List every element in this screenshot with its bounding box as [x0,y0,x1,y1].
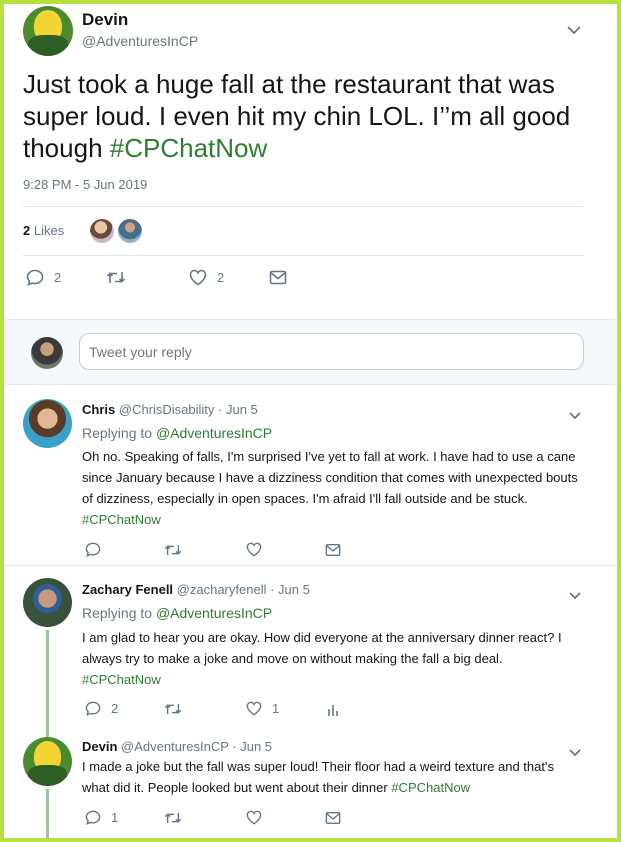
reply-tweet[interactable]: Devin @AdventuresInCP · Jun 5 I made a j… [4,726,617,838]
liker-avatar[interactable] [90,219,114,243]
retweet-button[interactable] [164,543,182,557]
reply-header: Devin @AdventuresInCP · Jun 5 [82,739,272,754]
author-handle[interactable]: @zacharyfenell [177,582,267,597]
message-button[interactable] [269,270,287,285]
analytics-button[interactable] [326,703,340,717]
analytics-icon [328,705,338,716]
hashtag-link[interactable]: #CPChatNow [391,780,470,795]
avatar[interactable] [23,6,73,56]
message-icon [325,543,341,557]
reply-icon [26,269,44,286]
author-name[interactable]: Chris [82,402,115,417]
chevron-down-icon[interactable] [568,407,582,425]
like-icon [189,269,207,286]
message-icon [325,811,341,825]
reply-text: I made a joke but the fall was super lou… [82,756,582,798]
replying-label: Replying to [82,605,156,621]
like-count: 1 [272,701,280,716]
reply-text-body: Oh no. Speaking of falls, I'm surprised … [82,449,578,506]
author-name[interactable]: Zachary Fenell [82,582,173,597]
like-button[interactable]: 1 [246,701,279,716]
reply-text-body: I am glad to hear you are okay. How did … [82,630,562,666]
reply-text: I am glad to hear you are okay. How did … [82,627,582,690]
reply-count: 1 [111,810,119,825]
chevron-down-icon[interactable] [568,587,582,605]
thread-line [46,630,49,738]
retweet-button[interactable] [164,702,182,716]
tweet-thread: Devin @AdventuresInCP Just took a huge f… [4,4,617,838]
tweet-text: Just took a huge fall at the restaurant … [23,68,608,164]
like-icon [246,542,262,557]
divider [23,255,584,256]
reply-button[interactable] [85,542,101,557]
retweet-icon [164,813,182,823]
avatar[interactable] [23,399,72,448]
reply-header: Zachary Fenell @zacharyfenell · Jun 5 [82,582,310,597]
reply-icon [85,810,101,825]
like-icon [246,810,262,825]
author-handle[interactable]: @AdventuresInCP [82,33,198,49]
hashtag-link[interactable]: #CPChatNow [82,672,161,687]
avatar[interactable] [23,737,72,786]
likes-count: 2 [23,223,31,238]
reply-count: 2 [111,701,119,716]
avatar[interactable] [31,337,63,369]
author-handle[interactable]: @AdventuresInCP [121,739,229,754]
reply-button[interactable]: 1 [85,810,118,825]
reply-date[interactable]: · Jun 5 [218,402,258,417]
mention-link[interactable]: @AdventuresInCP [156,605,272,621]
likes-stat[interactable]: 2 Likes [23,223,64,238]
like-icon [246,701,262,716]
author-name[interactable]: Devin [82,10,128,30]
reply-text: Oh no. Speaking of falls, I'm surprised … [82,446,582,530]
likes-label: Likes [33,223,65,238]
reply-date[interactable]: · Jun 5 [232,739,272,754]
liker-avatar[interactable] [118,219,142,243]
retweet-icon [164,704,182,714]
retweet-button[interactable] [164,811,182,825]
hashtag-link[interactable]: #CPChatNow [82,512,161,527]
replying-to: Replying to @AdventuresInCP [82,605,272,621]
retweet-button[interactable] [106,270,126,285]
reply-composer [4,319,617,385]
reply-date[interactable]: · Jun 5 [270,582,310,597]
reply-tweet[interactable]: Chris @ChrisDisability · Jun 5 Replying … [4,385,617,565]
like-count: 2 [217,270,225,285]
reply-header: Chris @ChrisDisability · Jun 5 [82,402,258,417]
hashtag-link[interactable]: #CPChatNow [110,133,268,163]
reply-count: 2 [54,270,62,285]
mention-link[interactable]: @AdventuresInCP [156,425,272,441]
reply-button[interactable]: 2 [85,701,118,716]
like-button[interactable] [246,542,262,557]
message-button[interactable] [325,543,341,557]
divider [23,206,584,207]
chevron-down-icon[interactable] [566,22,582,40]
message-button[interactable] [325,811,341,825]
retweet-icon [106,272,126,283]
reply-button[interactable]: 2 [26,269,61,286]
like-button[interactable] [246,810,262,825]
like-button[interactable]: 2 [189,269,224,286]
author-handle[interactable]: @ChrisDisability [119,402,215,417]
reply-tweet[interactable]: Zachary Fenell @zacharyfenell · Jun 5 Re… [4,566,617,738]
avatar[interactable] [23,578,72,627]
tweet-timestamp[interactable]: 9:28 PM - 5 Jun 2019 [23,177,147,192]
replying-to: Replying to @AdventuresInCP [82,425,272,441]
replying-label: Replying to [82,425,156,441]
reply-icon [85,542,101,557]
reply-text-body: I made a joke but the fall was super lou… [82,759,554,795]
reply-input[interactable] [79,333,584,370]
thread-line [46,789,49,838]
author-name[interactable]: Devin [82,739,117,754]
message-icon [269,270,287,285]
tweet-text-body: Just took a huge fall at the restaurant … [23,69,571,163]
reply-icon [85,701,101,716]
retweet-icon [164,545,182,555]
